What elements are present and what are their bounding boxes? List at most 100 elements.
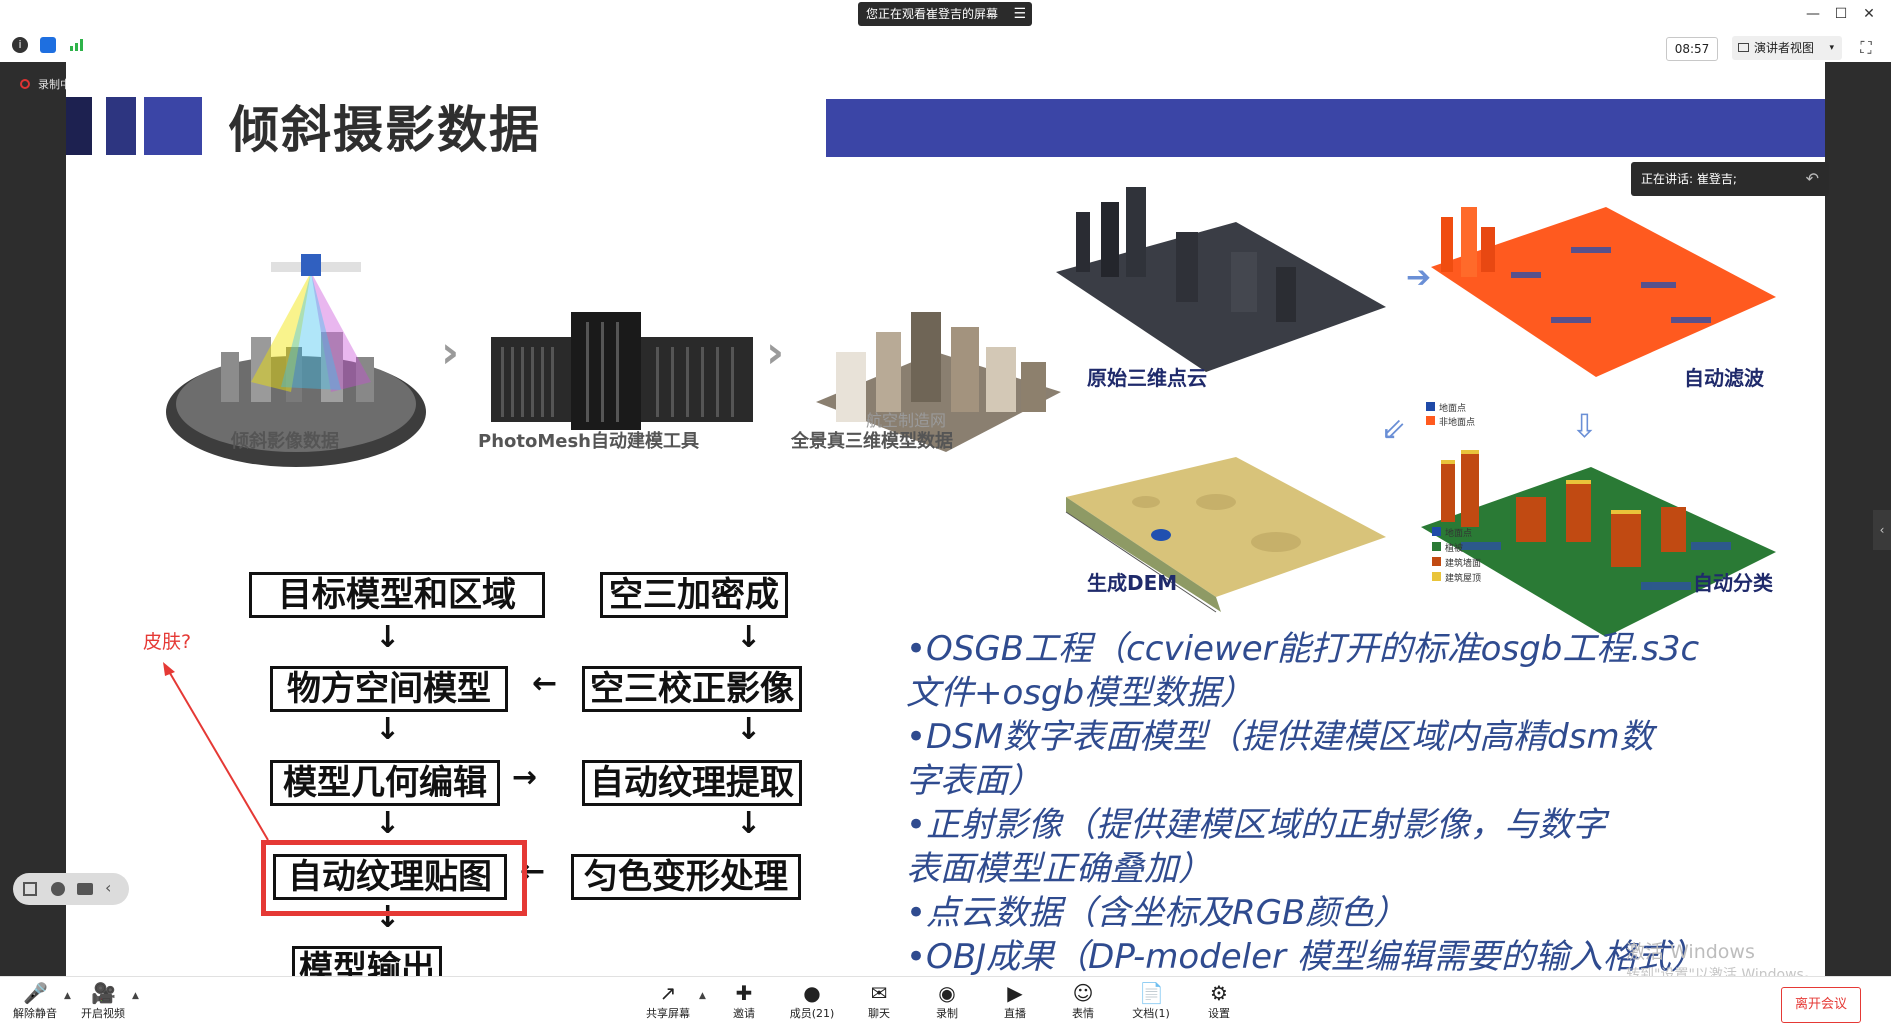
header-block-1 <box>66 97 92 155</box>
windows-activation-subtext: 转到"设置"以激活 Windows。 <box>1626 967 1818 976</box>
members-button[interactable]: ● 成员(21) <box>777 981 847 1021</box>
security-shield-icon[interactable] <box>40 37 56 53</box>
record-dot-icon <box>20 79 30 89</box>
unmute-label: 解除静音 <box>13 1007 57 1020</box>
flow-box-color-balance: 匀色变形处理 <box>571 854 801 900</box>
meeting-control-bar: 🎤 解除静音 ▲ 🎥 开启视频 ▲ ↗ 共享屏幕 ▲ ✚ 邀请 ● 成员(21)… <box>0 976 1891 1032</box>
annotation-arrow <box>163 662 269 841</box>
floating-mini-controls[interactable]: ‹ <box>13 873 129 905</box>
share-label: 共享屏幕 <box>646 1007 690 1020</box>
flow-arrow-down: ↓ <box>375 806 401 841</box>
flow-box-model-output: 模型输出 <box>292 946 442 976</box>
add-user-icon: ✚ <box>735 981 753 1005</box>
video-label: 开启视频 <box>81 1007 125 1020</box>
chat-button[interactable]: ✉ 聊天 <box>844 981 914 1021</box>
chevron-left-icon[interactable]: ‹ <box>105 878 111 897</box>
header-block-3 <box>144 97 202 155</box>
flow-box-object-space-model: 物方空间模型 <box>270 666 508 712</box>
legend-cls-roof: 建筑屋顶 <box>1445 574 1482 584</box>
chat-bubble-icon[interactable] <box>77 883 93 895</box>
chevron-down-icon: ▾ <box>1829 43 1834 53</box>
invite-label: 邀请 <box>733 1007 755 1020</box>
speaker-label: 正在讲话: 崔登吉; <box>1641 172 1737 186</box>
site-watermark: 航空制造网 <box>866 411 947 430</box>
leave-meeting-button[interactable]: 离开会议 <box>1781 987 1861 1023</box>
legend-cls-ground: 地面点 <box>1445 529 1473 539</box>
dem-caption: 生成DEM <box>1087 571 1178 595</box>
legend-cls-wall: 建筑墙面 <box>1445 559 1482 569</box>
chat-label: 聊天 <box>868 1007 890 1020</box>
pipeline-arrow-2: › <box>766 327 785 378</box>
auto-filter-caption: 自动滤波 <box>1684 366 1764 390</box>
flow-arrow-right: → <box>512 760 538 795</box>
documents-button[interactable]: 📄 文档(1) <box>1116 981 1186 1021</box>
reaction-label: 表情 <box>1072 1007 1094 1020</box>
record-button[interactable]: ◉ 录制 <box>912 981 982 1021</box>
legend-ground: 地面点 <box>1439 404 1467 414</box>
window-titlebar: 您正在观看崔登吉的屏幕 ☰ — ☐ ✕ <box>0 0 1891 28</box>
banner-menu-icon[interactable]: ☰ <box>1013 2 1026 26</box>
settings-label: 设置 <box>1208 1007 1230 1020</box>
record-icon: ◉ <box>938 981 956 1005</box>
gear-icon: ⚙ <box>1210 981 1228 1005</box>
header-bar <box>826 99 1825 157</box>
video-options-caret[interactable]: ▲ <box>132 991 139 1001</box>
grid-icon[interactable] <box>23 882 37 896</box>
live-label: 直播 <box>1004 1007 1026 1020</box>
flow-arrow-down: ↓ <box>375 620 401 655</box>
flow-box-geometry-edit: 模型几何编辑 <box>270 760 500 806</box>
invite-button[interactable]: ✚ 邀请 <box>709 981 779 1021</box>
bullet-list: •OSGB工程（ccviewer能打开的标准osgb工程.s3c 文件+osgb… <box>906 627 1806 976</box>
live-button[interactable]: ▶ 直播 <box>980 981 1050 1021</box>
bullet-line: 表面模型正确叠加） <box>906 849 1212 889</box>
members-label: 成员(21) <box>789 1007 835 1020</box>
bullet-line: 文件+osgb模型数据） <box>906 673 1255 713</box>
auto-filter-figure <box>1421 177 1776 392</box>
shared-slide: 倾斜摄影数据 › › 倾斜影像数据 PhotoMesh自动建模工具 全景真三维模… <box>66 62 1825 976</box>
unmute-button[interactable]: 🎤 解除静音 <box>0 981 70 1021</box>
auto-classify-caption: 自动分类 <box>1693 571 1773 595</box>
share-options-caret[interactable]: ▲ <box>699 991 706 1001</box>
annotation-text: 皮肤? <box>143 631 192 653</box>
share-screen-button[interactable]: ↗ 共享屏幕 <box>633 981 703 1021</box>
oblique-caption: 倾斜影像数据 <box>231 431 339 452</box>
flow-arrow-down: ↓ <box>736 712 762 747</box>
flow-box-aerial-densify: 空三加密成 <box>600 572 788 618</box>
bullet-line: •点云数据（含坐标及RGB颜色） <box>906 893 1408 933</box>
close-button[interactable]: ✕ <box>1858 4 1880 24</box>
fullscreen-icon[interactable]: ⛶ <box>1856 38 1876 58</box>
flow-arrow-down: ↓ <box>736 620 762 655</box>
share-screen-icon: ↗ <box>659 981 677 1005</box>
document-icon: 📄 <box>1139 981 1164 1005</box>
bullet-line: •OSGB工程（ccviewer能打开的标准osgb工程.s3c <box>906 629 1700 669</box>
reaction-button[interactable]: ☺ 表情 <box>1048 981 1118 1021</box>
undo-icon[interactable]: ↶ <box>1806 162 1819 196</box>
start-video-button[interactable]: 🎥 开启视频 <box>68 981 138 1021</box>
live-stream-icon: ▶ <box>1007 981 1023 1005</box>
header-block-2 <box>106 97 136 155</box>
user-icon[interactable] <box>51 882 65 896</box>
signal-icon[interactable] <box>70 39 84 51</box>
view-layout-icon <box>1738 43 1749 52</box>
flow-arrow-down: ↓ <box>736 806 762 841</box>
raw-cloud-caption: 原始三维点云 <box>1087 366 1207 390</box>
classify-legend: 地面点 植被 建筑墙面 建筑屋顶 <box>1432 527 1481 587</box>
legend-nonground: 非地面点 <box>1439 418 1476 428</box>
settings-button[interactable]: ⚙ 设置 <box>1184 981 1254 1021</box>
flow-box-target-model: 目标模型和区域 <box>249 572 545 618</box>
highlight-box <box>261 840 527 916</box>
flow-box-corrected-imagery: 空三校正影像 <box>582 666 802 712</box>
side-panel-toggle[interactable]: ‹ <box>1873 510 1891 550</box>
minimize-button[interactable]: — <box>1802 4 1824 24</box>
speaker-view-button[interactable]: 演讲者视图 ▾ <box>1732 36 1842 60</box>
photomesh-servers-figure <box>491 307 753 432</box>
flow-box-texture-extract: 自动纹理提取 <box>582 760 802 806</box>
flow-arrow-left: ← <box>532 666 558 701</box>
dem-figure <box>1056 442 1386 652</box>
screen-share-banner[interactable]: 您正在观看崔登吉的屏幕 ☰ <box>858 2 1032 26</box>
record-label: 录制 <box>936 1007 958 1020</box>
emoji-icon: ☺ <box>1072 981 1094 1005</box>
info-icon[interactable]: i <box>12 37 28 53</box>
maximize-button[interactable]: ☐ <box>1830 4 1852 24</box>
bullet-line: •正射影像（提供建模区域的正射影像，与数字 <box>906 805 1607 845</box>
